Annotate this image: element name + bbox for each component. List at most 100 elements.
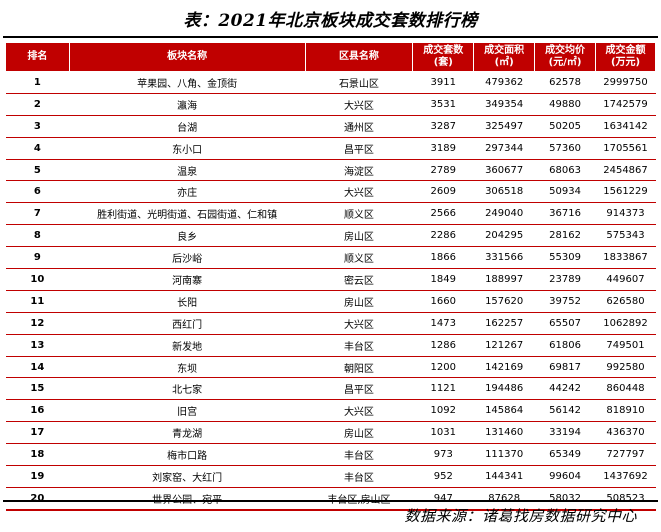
district-cell: 海淀区: [305, 159, 413, 182]
district-cell: 昌平区: [305, 377, 413, 401]
amount-cell: 1561229: [595, 180, 656, 204]
units-cell: 1286: [412, 334, 474, 357]
block-name-cell: 后沙峪: [69, 246, 306, 270]
area-cell: 162257: [473, 312, 535, 335]
table-title: 表：2021年北京板块成交套数排行榜: [183, 11, 478, 31]
price-cell: 39752: [534, 290, 596, 313]
table-row: 8 良乡 房山区 2286 204295 28162 575343: [5, 224, 656, 248]
block-name-cell: 新发地: [69, 334, 306, 357]
table-row: 13 新发地 丰台区 1286 121267 61806 749501: [5, 334, 656, 357]
block-name-cell: 河南寨: [69, 268, 306, 291]
price-cell: 50934: [534, 180, 596, 204]
district-cell: 丰台区: [305, 465, 413, 488]
amount-cell: 436370: [595, 421, 656, 445]
block-name-cell: 东小口: [69, 137, 306, 160]
price-cell: 61806: [534, 334, 596, 357]
price-cell: 55309: [534, 246, 596, 270]
table-row: 9 后沙峪 顺义区 1866 331566 55309 1833867: [5, 246, 656, 270]
amount-cell: 818910: [595, 399, 656, 423]
table-row: 10 河南寨 密云区 1849 188997 23789 449607: [5, 268, 656, 291]
district-cell: 大兴区: [305, 312, 413, 335]
rank-cell: 6: [5, 180, 70, 204]
amount-cell: 1833867: [595, 246, 656, 270]
price-cell: 23789: [534, 268, 596, 291]
amount-cell: 727797: [595, 443, 656, 467]
units-cell: 1121: [412, 377, 474, 401]
amount-cell: 449607: [595, 268, 656, 291]
price-cell: 33194: [534, 421, 596, 445]
amount-cell: 2999750: [595, 71, 656, 94]
table-row: 18 梅市口路 丰台区 973 111370 65349 727797: [5, 443, 656, 467]
area-cell: 142169: [473, 356, 535, 379]
table-row: 12 西红门 大兴区 1473 162257 65507 1062892: [5, 312, 656, 335]
block-name-cell: 长阳: [69, 290, 306, 313]
table-row: 17 青龙湖 房山区 1031 131460 33194 436370: [5, 421, 656, 445]
table-body: 1 苹果园、八角、金顶街 石景山区 3911 479362 62578 2999750 2 瀛海…: [5, 71, 656, 511]
price-cell: 69817: [534, 356, 596, 379]
price-cell: 57360: [534, 137, 596, 160]
rank-cell: 2: [5, 93, 70, 116]
units-cell: 1849: [412, 268, 474, 291]
units-cell: 973: [412, 443, 474, 467]
units-cell: 2789: [412, 159, 474, 182]
units-cell: 1092: [412, 399, 474, 423]
area-cell: 349354: [473, 93, 535, 116]
header-area: 成交面积 (㎡): [473, 42, 536, 72]
amount-cell: 1437692: [595, 465, 656, 488]
area-cell: 360677: [473, 159, 535, 182]
amount-cell: 1742579: [595, 93, 656, 116]
header-amount: 成交金额 (万元): [595, 42, 656, 72]
block-name-cell: 青龙湖: [69, 421, 306, 445]
units-cell: 1660: [412, 290, 474, 313]
table-row: 3 台湖 通州区 3287 325497 50205 1634142: [5, 115, 656, 138]
rank-cell: 3: [5, 115, 70, 138]
area-cell: 306518: [473, 180, 535, 204]
price-cell: 65349: [534, 443, 596, 467]
price-cell: 56142: [534, 399, 596, 423]
area-cell: 325497: [473, 115, 535, 138]
area-cell: 131460: [473, 421, 535, 445]
area-cell: 331566: [473, 246, 535, 270]
district-cell: 丰台区: [305, 334, 413, 357]
amount-cell: 2454867: [595, 159, 656, 182]
top-rule: [3, 36, 658, 38]
block-name-cell: 东坝: [69, 356, 306, 379]
rank-cell: 16: [5, 399, 70, 423]
price-cell: 44242: [534, 377, 596, 401]
price-cell: 28162: [534, 224, 596, 248]
rank-cell: 4: [5, 137, 70, 160]
block-name-cell: 亦庄: [69, 180, 306, 204]
district-cell: 通州区: [305, 115, 413, 138]
district-cell: 密云区: [305, 268, 413, 291]
block-name-cell: 胜利街道、光明街道、石园街道、仁和镇: [69, 202, 306, 226]
price-cell: 68063: [534, 159, 596, 182]
units-cell: 1200: [412, 356, 474, 379]
block-name-cell: 梅市口路: [69, 443, 306, 467]
area-cell: 249040: [473, 202, 535, 226]
units-cell: 1473: [412, 312, 474, 335]
price-cell: 49880: [534, 93, 596, 116]
amount-cell: 1062892: [595, 312, 656, 335]
table-row: 19 刘家窑、大红门 丰台区 952 144341 99604 1437692: [5, 465, 656, 488]
units-cell: 2566: [412, 202, 474, 226]
rank-cell: 8: [5, 224, 70, 248]
area-cell: 479362: [473, 71, 535, 94]
rank-cell: 20: [5, 487, 70, 511]
district-cell: 朝阳区: [305, 356, 413, 379]
amount-cell: 992580: [595, 356, 656, 379]
district-cell: 房山区: [305, 224, 413, 248]
rank-cell: 5: [5, 159, 70, 182]
rank-cell: 11: [5, 290, 70, 313]
area-cell: 297344: [473, 137, 535, 160]
block-name-cell: 旧宫: [69, 399, 306, 423]
table-row: 14 东坝 朝阳区 1200 142169 69817 992580: [5, 356, 656, 379]
district-cell: 丰台区: [305, 443, 413, 467]
area-cell: 111370: [473, 443, 535, 467]
block-name-cell: 台湖: [69, 115, 306, 138]
data-source: 数据来源：诸葛找房数据研究中心: [404, 507, 637, 525]
block-name-cell: 西红门: [69, 312, 306, 335]
table-row: 11 长阳 房山区 1660 157620 39752 626580: [5, 290, 656, 313]
price-cell: 65507: [534, 312, 596, 335]
rank-cell: 7: [5, 202, 70, 226]
area-cell: 194486: [473, 377, 535, 401]
